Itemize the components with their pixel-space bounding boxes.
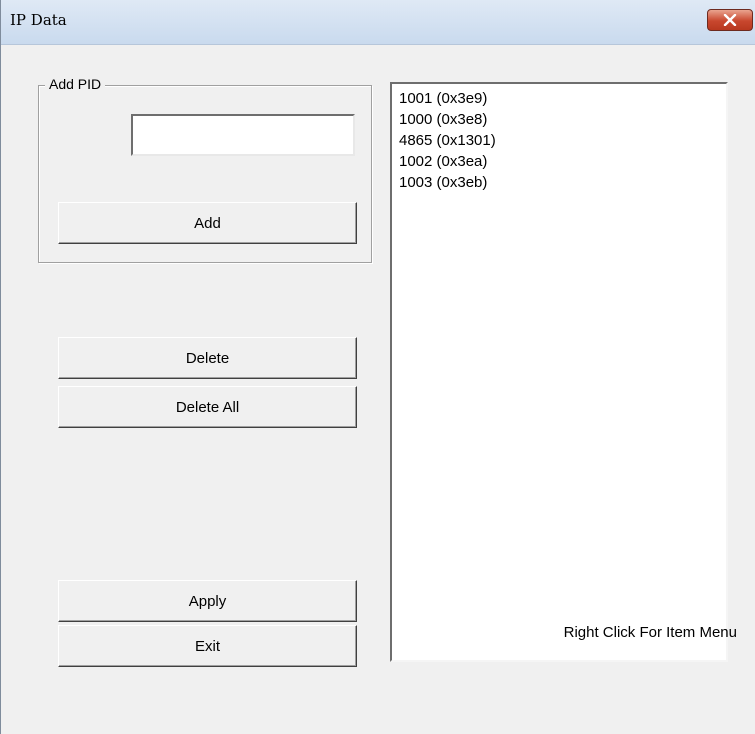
add-button[interactable]: Add: [58, 202, 357, 244]
add-pid-group-label: Add PID: [45, 76, 106, 92]
list-item[interactable]: 1002 (0x3ea): [399, 151, 726, 172]
list-item[interactable]: 1001 (0x3e9): [399, 88, 726, 109]
title-bar[interactable]: IP Data: [1, 0, 755, 45]
ip-data-dialog: IP Data Add PID Add Delete Delete All Ap…: [0, 0, 755, 734]
dialog-body: Add PID Add Delete Delete All Apply Exit…: [1, 45, 755, 734]
exit-button[interactable]: Exit: [58, 625, 357, 667]
delete-button[interactable]: Delete: [58, 337, 357, 379]
list-item[interactable]: 1003 (0x3eb): [399, 172, 726, 193]
close-button[interactable]: [707, 9, 753, 31]
list-item[interactable]: 1000 (0x3e8): [399, 109, 726, 130]
pid-input[interactable]: [131, 114, 355, 156]
pid-list[interactable]: 1001 (0x3e9) 1000 (0x3e8) 4865 (0x1301) …: [390, 82, 728, 662]
window-title: IP Data: [10, 11, 67, 29]
item-menu-hint: Right Click For Item Menu: [563, 624, 737, 641]
close-icon: [723, 14, 737, 26]
list-item[interactable]: 4865 (0x1301): [399, 130, 726, 151]
apply-button[interactable]: Apply: [58, 580, 357, 622]
delete-all-button[interactable]: Delete All: [58, 386, 357, 428]
